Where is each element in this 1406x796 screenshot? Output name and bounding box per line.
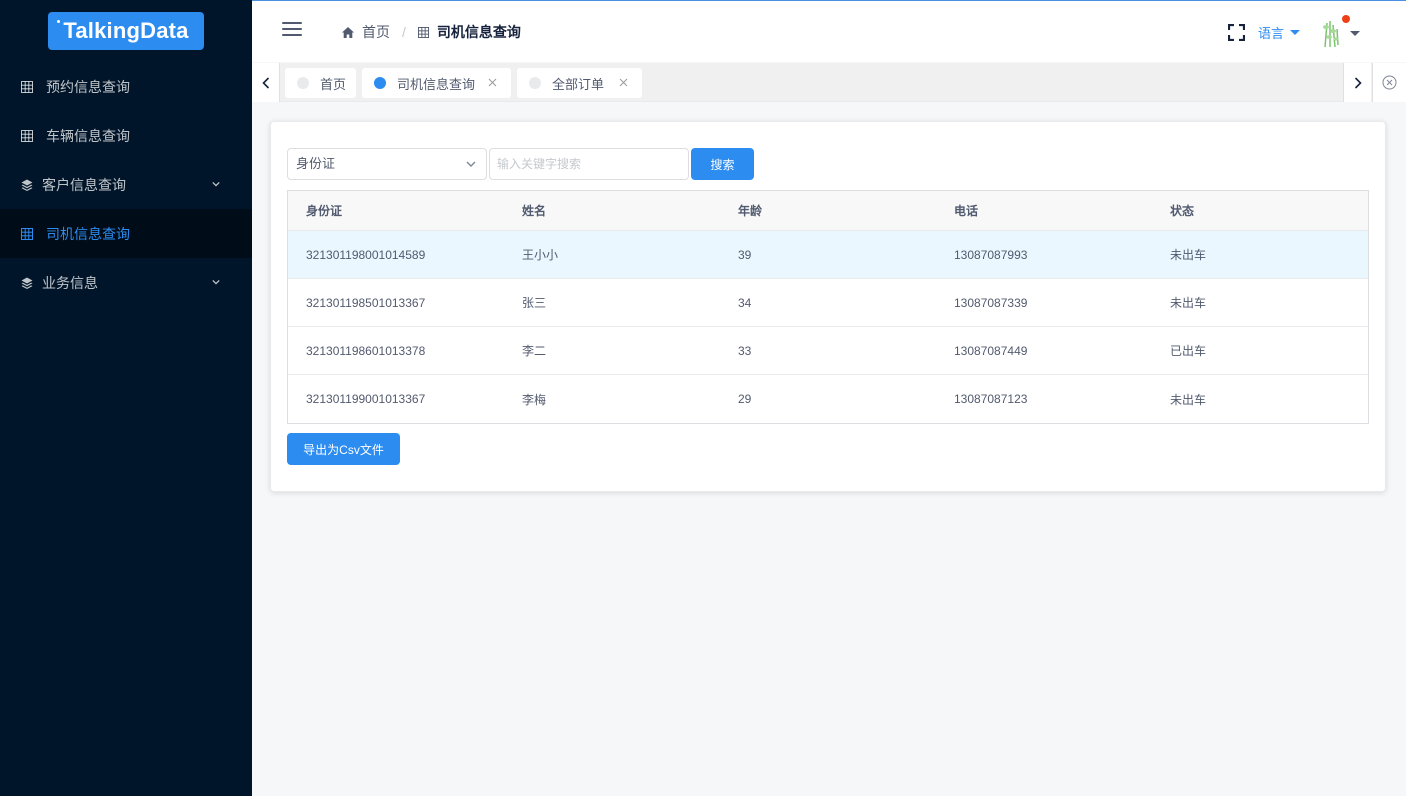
fullscreen-icon[interactable] <box>1228 24 1245 41</box>
sidebar-item-reservation[interactable]: 预约信息查询 <box>0 62 252 111</box>
column-header[interactable]: 身份证 <box>288 202 504 219</box>
chevron-left-icon <box>261 76 269 89</box>
select-value: 身份证 <box>296 156 336 171</box>
home-icon <box>342 26 354 38</box>
notification-dot <box>1342 15 1350 23</box>
cell-phone: 13087087993 <box>954 247 1028 262</box>
stack-icon <box>21 179 33 191</box>
table-row[interactable]: 321301198501013367 张三 34 13087087339 未出车 <box>288 279 1368 327</box>
table-row[interactable]: 321301198601013378 李二 33 13087087449 已出车 <box>288 327 1368 375</box>
sidebar-item-customer[interactable]: 客户信息查询 <box>0 160 252 209</box>
tab-status-dot <box>529 77 541 89</box>
grid-icon <box>21 129 33 142</box>
content-card: 身份证 搜索 身份证 姓名 年龄 电话 状态 32130119800101458… <box>270 121 1386 492</box>
avatar[interactable] <box>1320 17 1342 49</box>
tab-label: 全部订单 <box>552 76 605 92</box>
chevron-down-icon <box>212 181 220 187</box>
cell-name: 李二 <box>522 344 547 358</box>
tab-label: 首页 <box>320 76 347 92</box>
logo-dot <box>57 20 60 23</box>
caret-down-icon[interactable] <box>1350 31 1360 36</box>
close-all-tabs-button[interactable] <box>1372 63 1406 102</box>
cell-phone: 13087087123 <box>954 392 1028 406</box>
cell-name: 李梅 <box>522 392 547 407</box>
cell-age: 29 <box>738 392 752 406</box>
table-row[interactable]: 321301199001013367 李梅 29 13087087123 未出车 <box>288 375 1368 423</box>
sidebar-item-label: 业务信息 <box>42 274 98 291</box>
cell-age: 34 <box>738 295 752 310</box>
cell-name: 王小小 <box>522 248 559 262</box>
tabs-scroll-left-button[interactable] <box>252 63 280 102</box>
breadcrumb-home[interactable]: 首页 <box>362 22 390 42</box>
brand-logo[interactable]: TalkingData <box>48 12 204 50</box>
tabs-scroll-right-button[interactable] <box>1343 63 1371 102</box>
driver-table: 身份证 姓名 年龄 电话 状态 321301198001014589 王小小 3… <box>287 190 1369 424</box>
chevron-right-icon <box>1354 76 1362 89</box>
cell-phone: 13087087339 <box>954 295 1028 310</box>
breadcrumb-separator: / <box>402 24 406 40</box>
top-header: 首页 / 司机信息查询 语言 <box>252 0 1406 62</box>
chevron-down-icon <box>466 161 476 167</box>
close-circle-icon <box>1382 75 1397 90</box>
column-header[interactable]: 状态 <box>1152 202 1368 219</box>
cell-phone: 13087087449 <box>954 343 1028 358</box>
cell-status: 已出车 <box>1170 344 1207 358</box>
language-dropdown[interactable]: 语言 <box>1258 23 1301 42</box>
cell-age: 39 <box>738 247 752 262</box>
search-field-select[interactable]: 身份证 <box>287 148 487 180</box>
grid-icon <box>21 80 33 93</box>
column-header[interactable]: 电话 <box>936 202 1152 219</box>
menu-toggle-icon[interactable] <box>282 22 302 38</box>
grid-icon <box>417 26 429 38</box>
caret-down-icon <box>1290 30 1301 35</box>
search-button[interactable]: 搜索 <box>691 148 754 180</box>
sidebar-item-business[interactable]: 业务信息 <box>0 258 252 307</box>
close-icon[interactable] <box>619 78 628 87</box>
sidebar-item-label: 客户信息查询 <box>42 176 126 193</box>
chevron-down-icon <box>212 279 220 285</box>
logo-area: TalkingData <box>0 0 252 62</box>
tab-home[interactable]: 首页 <box>285 68 356 98</box>
column-header[interactable]: 姓名 <box>504 202 720 219</box>
cell-name: 张三 <box>522 296 547 310</box>
tab-status-dot <box>297 77 309 89</box>
breadcrumb: 首页 / 司机信息查询 <box>342 22 521 42</box>
cell-id-card: 321301198001014589 <box>306 247 426 262</box>
language-label: 语言 <box>1258 26 1285 41</box>
sidebar-item-label: 司机信息查询 <box>46 225 130 242</box>
tabs-bar: 首页 司机信息查询 全部订单 <box>252 63 1406 102</box>
tab-all-orders[interactable]: 全部订单 <box>517 68 642 98</box>
cell-id-card: 321301198501013367 <box>306 295 426 310</box>
tab-label: 司机信息查询 <box>397 76 476 92</box>
sidebar-item-driver[interactable]: 司机信息查询 <box>0 209 252 258</box>
breadcrumb-current: 司机信息查询 <box>436 24 521 40</box>
cell-id-card: 321301198601013378 <box>306 343 426 358</box>
tab-status-dot <box>374 77 386 89</box>
cell-status: 未出车 <box>1170 392 1207 407</box>
table-header-row: 身份证 姓名 年龄 电话 状态 <box>288 191 1368 231</box>
cell-status: 未出车 <box>1170 296 1207 310</box>
export-csv-button[interactable]: 导出为Csv文件 <box>287 433 400 465</box>
close-icon[interactable] <box>488 78 497 87</box>
column-header[interactable]: 年龄 <box>720 202 936 219</box>
sidebar-item-label: 车辆信息查询 <box>46 127 130 144</box>
cell-age: 33 <box>738 343 752 358</box>
tab-driver-info[interactable]: 司机信息查询 <box>362 68 511 98</box>
sidebar-item-label: 预约信息查询 <box>46 78 130 95</box>
stack-icon <box>21 277 33 289</box>
search-input[interactable] <box>489 148 689 180</box>
cell-status: 未出车 <box>1170 248 1207 262</box>
cell-id-card: 321301199001013367 <box>306 392 426 406</box>
sidebar: TalkingData 预约信息查询 车辆信息查询 客户信息查询 司机信息查询 … <box>0 0 252 796</box>
brand-name: TalkingData <box>63 18 189 43</box>
table-row[interactable]: 321301198001014589 王小小 39 13087087993 未出… <box>288 231 1368 279</box>
grid-icon <box>21 227 33 240</box>
sidebar-item-vehicle[interactable]: 车辆信息查询 <box>0 111 252 160</box>
